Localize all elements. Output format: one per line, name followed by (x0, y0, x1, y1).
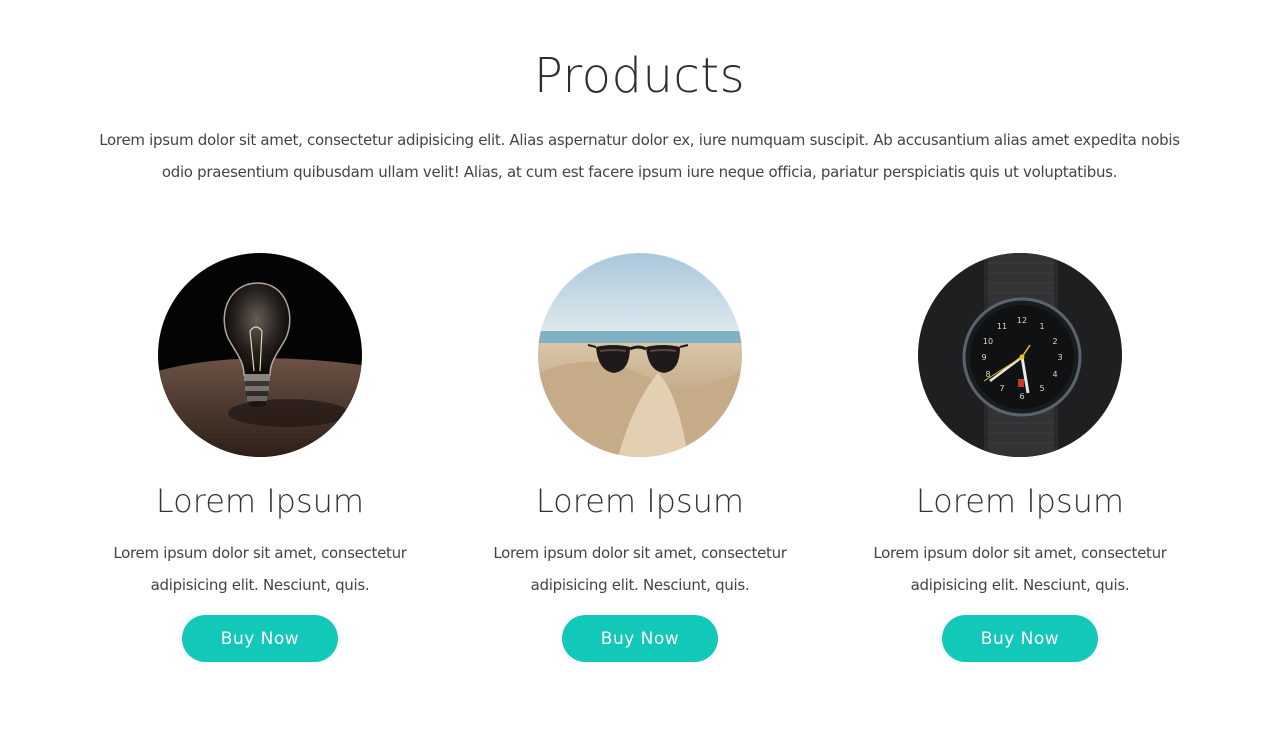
svg-text:2: 2 (1052, 337, 1057, 346)
buy-now-button[interactable]: Buy Now (562, 615, 718, 662)
product-card: Lorem Ipsum Lorem ipsum dolor sit amet, … (70, 253, 450, 662)
section-title: Products (533, 48, 746, 104)
lightbulb-photo[interactable] (158, 253, 362, 457)
wristwatch-photo[interactable]: 12 1 2 3 4 5 6 7 8 9 10 11 (918, 253, 1122, 457)
product-description: Lorem ipsum dolor sit amet, consectetur … (493, 544, 787, 594)
product-card: 12 1 2 3 4 5 6 7 8 9 10 11 Lorem Ipsum L… (830, 253, 1210, 662)
product-list: Lorem Ipsum Lorem ipsum dolor sit amet, … (70, 253, 1210, 662)
product-description: Lorem ipsum dolor sit amet, consectetur … (113, 544, 407, 594)
svg-text:4: 4 (1052, 370, 1057, 379)
svg-text:10: 10 (983, 337, 993, 346)
svg-text:5: 5 (1039, 384, 1044, 393)
svg-text:6: 6 (1019, 392, 1024, 401)
product-title: Lorem Ipsum (535, 482, 745, 520)
svg-text:11: 11 (997, 322, 1007, 331)
svg-text:1: 1 (1039, 322, 1044, 331)
svg-text:7: 7 (999, 384, 1004, 393)
sunglasses-on-beach-photo[interactable] (538, 253, 742, 457)
product-card: Lorem Ipsum Lorem ipsum dolor sit amet, … (450, 253, 830, 662)
svg-text:3: 3 (1057, 353, 1062, 362)
buy-now-button[interactable]: Buy Now (182, 615, 338, 662)
product-title: Lorem Ipsum (915, 482, 1125, 520)
products-section: Products Lorem ipsum dolor sit amet, con… (0, 0, 1279, 732)
product-title: Lorem Ipsum (155, 482, 365, 520)
svg-text:9: 9 (981, 353, 986, 362)
buy-now-button[interactable]: Buy Now (942, 615, 1098, 662)
product-description: Lorem ipsum dolor sit amet, consectetur … (873, 544, 1167, 594)
section-intro: Lorem ipsum dolor sit amet, consectetur … (99, 131, 1180, 181)
svg-text:12: 12 (1017, 316, 1027, 325)
